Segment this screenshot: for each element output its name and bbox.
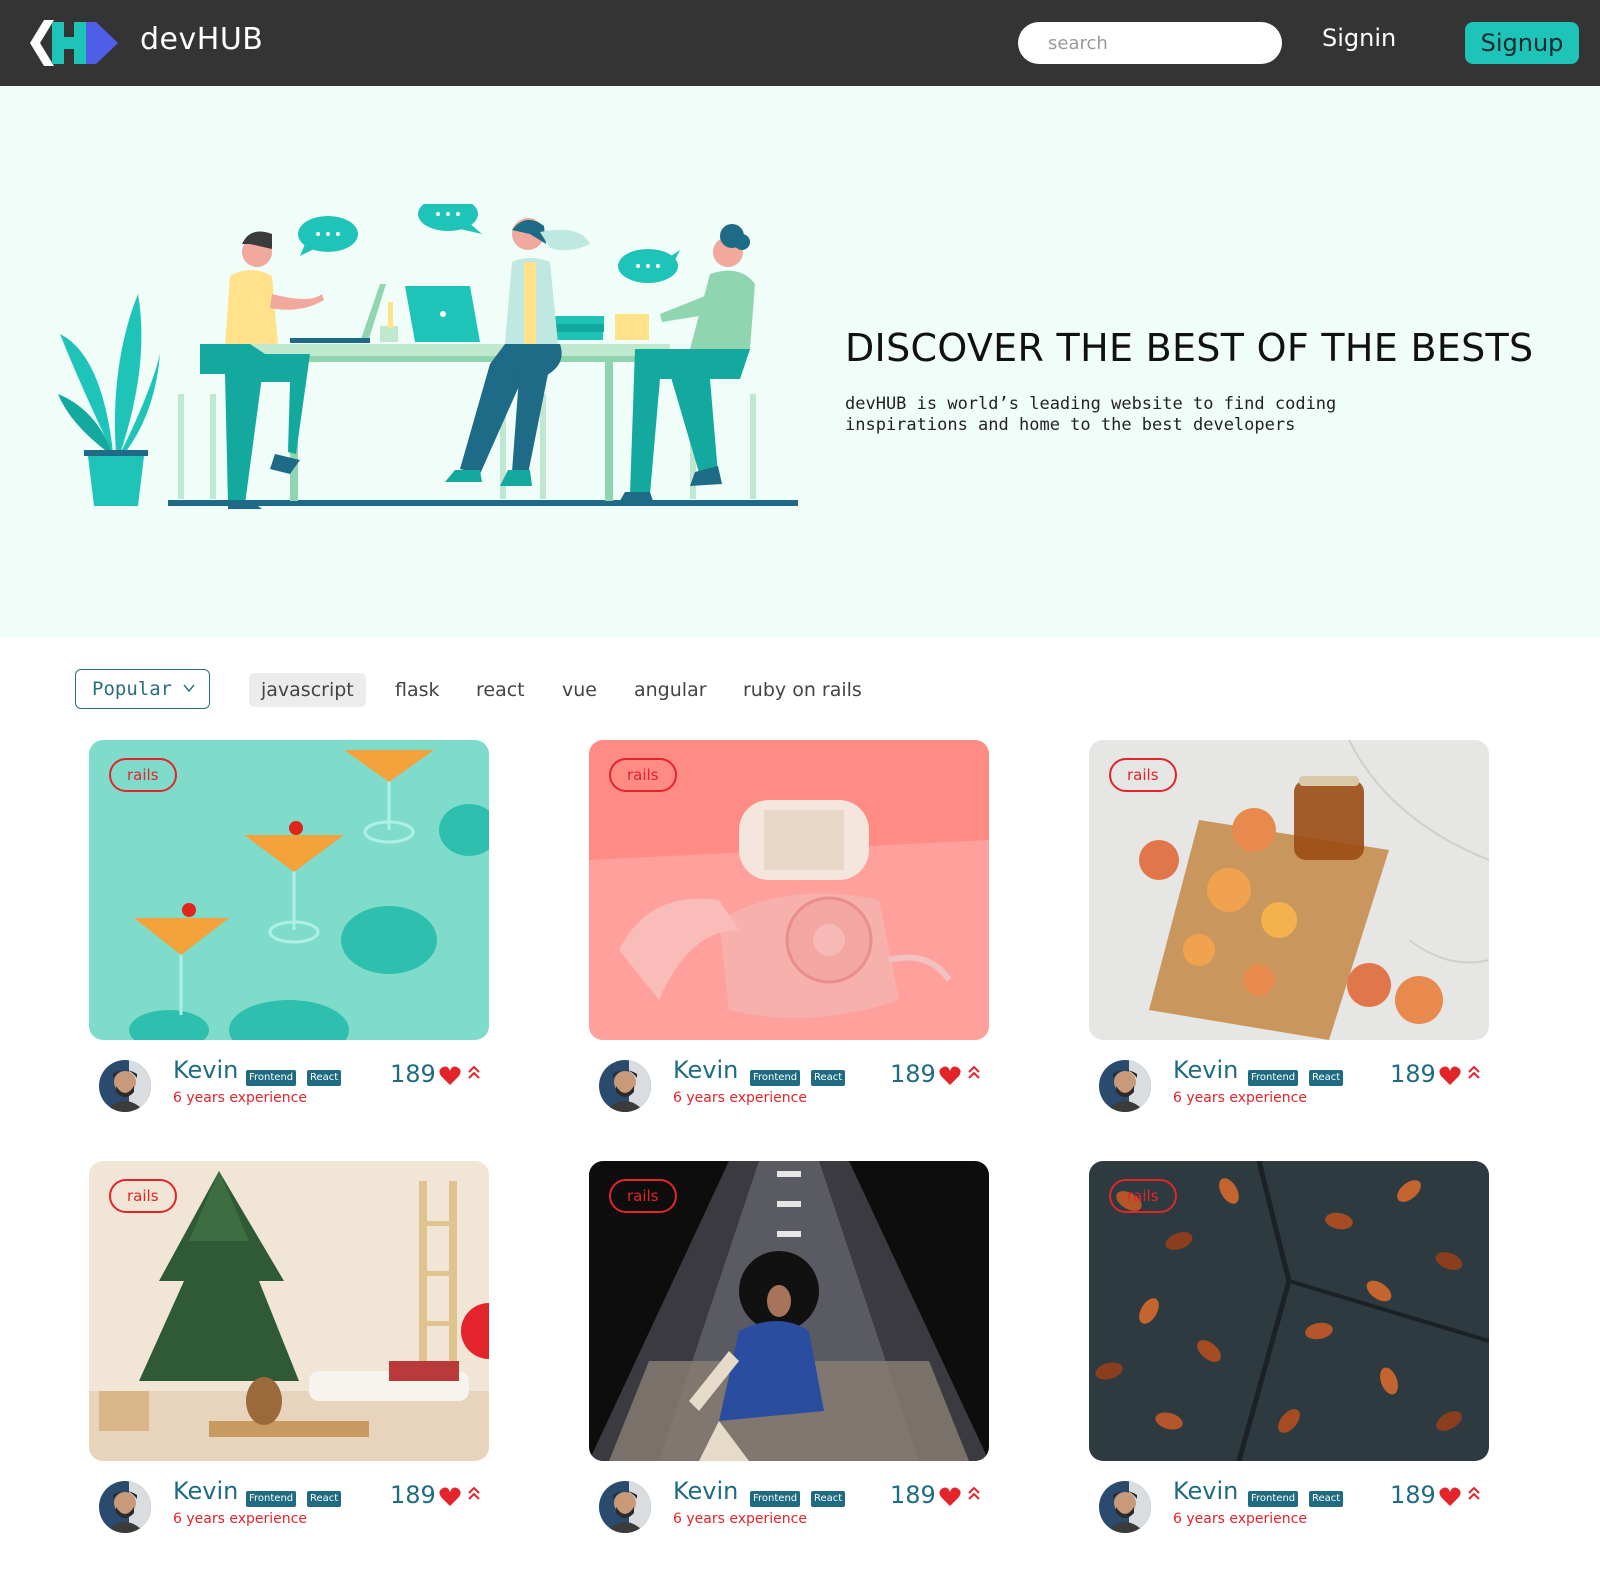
search-input[interactable] [1018,22,1282,64]
like-count: 189 [1390,1481,1436,1509]
post-card[interactable]: rails Kevin Frontend React 6 years exper… [89,1161,489,1571]
skill-chip-react: React [1309,1070,1344,1086]
experience-text: 6 years experience [673,1511,807,1527]
author-name[interactable]: Kevin [173,1056,238,1084]
heart-icon[interactable] [439,1066,461,1086]
signup-button[interactable]: Signup [1465,22,1579,64]
post-card[interactable]: rails Kevin Frontend React 6 years exper… [1089,1161,1489,1571]
skill-chip-react: React [307,1070,342,1086]
avatar[interactable] [599,1481,651,1533]
like-count: 189 [890,1060,936,1088]
post-image[interactable]: rails [1089,1161,1489,1461]
skill-chip-frontend: Frontend [1248,1491,1299,1507]
category-badge[interactable]: rails [109,1179,177,1213]
post-card[interactable]: rails Kevin Frontend React 6 years exper… [89,740,489,1150]
upvote-icon[interactable] [1467,1064,1481,1082]
experience-text: 6 years experience [173,1090,307,1106]
top-navbar: devHUB Signin Signup [0,0,1600,86]
skill-chip-frontend: Frontend [246,1491,297,1507]
skill-chip-react: React [811,1491,846,1507]
skill-chip-react: React [307,1491,342,1507]
category-badge[interactable]: rails [609,758,677,792]
author-name[interactable]: Kevin [673,1477,738,1505]
sort-dropdown[interactable]: Popular [75,669,210,709]
author-name[interactable]: Kevin [673,1056,738,1084]
post-card[interactable]: rails Kevin Frontend React 6 years exper… [1089,740,1489,1150]
tag-javascript[interactable]: javascript [249,673,366,707]
skill-chip-frontend: Frontend [1248,1070,1299,1086]
avatar[interactable] [1099,1060,1151,1112]
hero-subtitle: devHUB is world’s leading website to fin… [845,394,1337,435]
author-name[interactable]: Kevin [1173,1056,1238,1084]
category-badge[interactable]: rails [1109,758,1177,792]
like-count: 189 [390,1481,436,1509]
post-image[interactable]: rails [89,740,489,1040]
signin-button[interactable]: Signin [1322,24,1396,52]
tag-flask[interactable]: flask [395,673,440,707]
category-badge[interactable]: rails [109,758,177,792]
hero-illustration [58,204,798,509]
skill-chip-react: React [1309,1491,1344,1507]
like-count: 189 [390,1060,436,1088]
upvote-icon[interactable] [967,1064,981,1082]
upvote-icon[interactable] [467,1064,481,1082]
author-name[interactable]: Kevin [173,1477,238,1505]
heart-icon[interactable] [939,1066,961,1086]
post-image[interactable]: rails [589,740,989,1040]
post-image[interactable]: rails [589,1161,989,1461]
category-badge[interactable]: rails [1109,1179,1177,1213]
skill-chip-frontend: Frontend [750,1491,801,1507]
tag-angular[interactable]: angular [634,673,707,707]
like-count: 189 [890,1481,936,1509]
upvote-icon[interactable] [1467,1485,1481,1503]
chevron-down-icon [183,684,195,693]
brand-name[interactable]: devHUB [140,22,263,57]
tag-react[interactable]: react [476,673,525,707]
post-card[interactable]: rails Kevin Frontend React 6 years exper… [589,1161,989,1571]
tag-ruby-on-rails[interactable]: ruby on rails [743,673,862,707]
post-card[interactable]: rails Kevin Frontend React 6 years exper… [589,740,989,1150]
heart-icon[interactable] [1439,1487,1461,1507]
avatar[interactable] [99,1481,151,1533]
category-badge[interactable]: rails [609,1179,677,1213]
skill-chip-frontend: Frontend [246,1070,297,1086]
tag-vue[interactable]: vue [562,673,597,707]
heart-icon[interactable] [439,1487,461,1507]
upvote-icon[interactable] [967,1485,981,1503]
hero-section: DISCOVER THE BEST OF THE BESTS devHUB is… [0,86,1600,638]
sort-selected-value: Popular [92,678,173,700]
experience-text: 6 years experience [173,1511,307,1527]
author-name[interactable]: Kevin [1173,1477,1238,1505]
experience-text: 6 years experience [1173,1511,1307,1527]
post-image[interactable]: rails [89,1161,489,1461]
post-image[interactable]: rails [1089,740,1489,1040]
skill-chip-frontend: Frontend [750,1070,801,1086]
avatar[interactable] [1099,1481,1151,1533]
upvote-icon[interactable] [467,1485,481,1503]
skill-chip-react: React [811,1070,846,1086]
devhub-logo[interactable] [30,20,120,66]
hero-title: DISCOVER THE BEST OF THE BESTS [845,326,1534,370]
heart-icon[interactable] [1439,1066,1461,1086]
experience-text: 6 years experience [1173,1090,1307,1106]
avatar[interactable] [599,1060,651,1112]
heart-icon[interactable] [939,1487,961,1507]
like-count: 189 [1390,1060,1436,1088]
experience-text: 6 years experience [673,1090,807,1106]
avatar[interactable] [99,1060,151,1112]
